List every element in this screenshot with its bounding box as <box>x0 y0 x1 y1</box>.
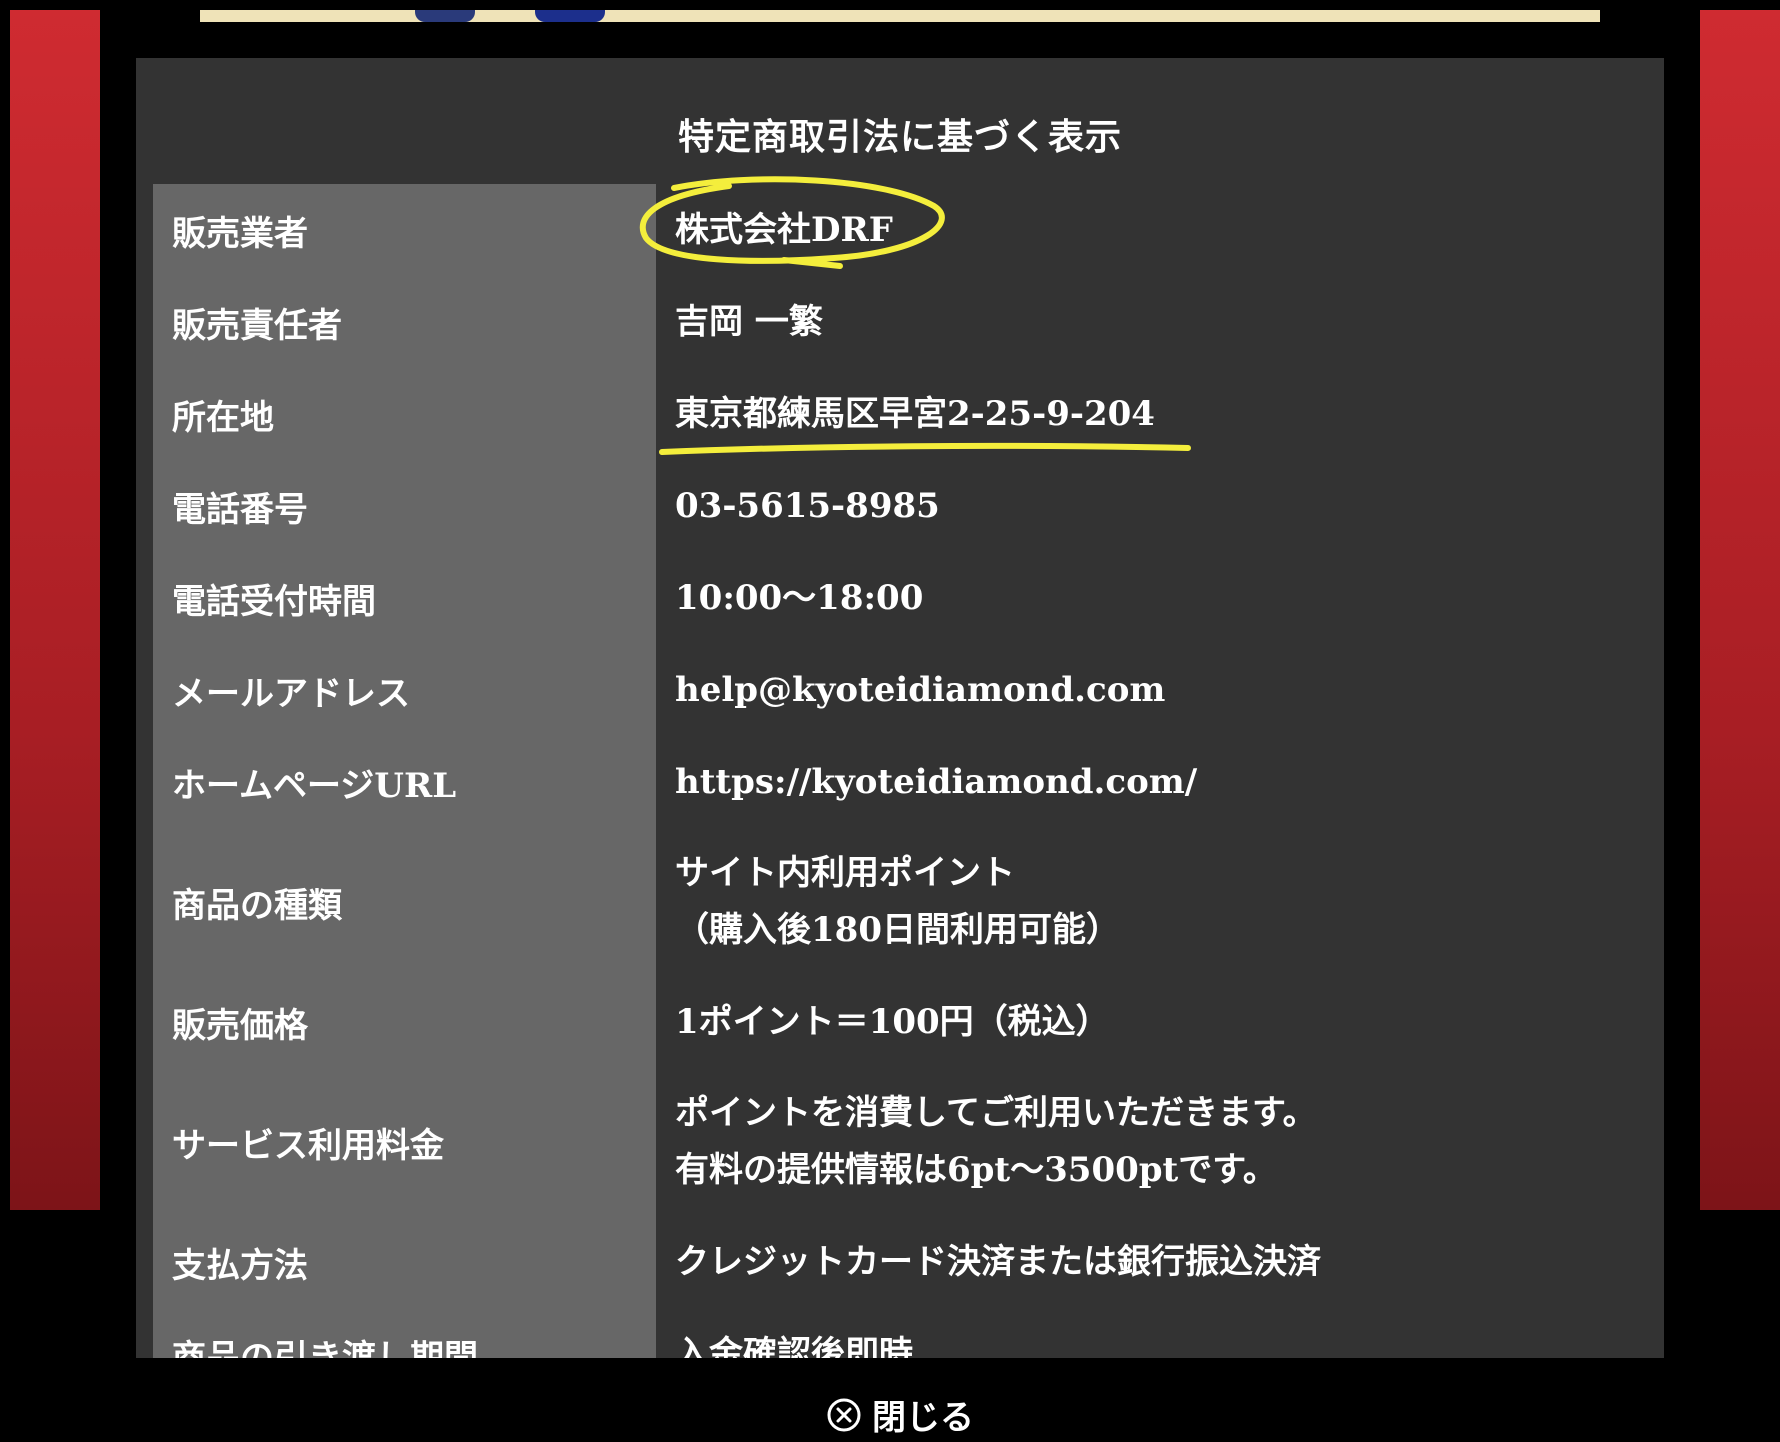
value-line: 03-5615-8985 <box>675 485 940 526</box>
modal-title: 特定商取引法に基づく表示 <box>677 116 1122 158</box>
table-row: サービス利用料金 ポイントを消費してご利用いただきます。 有料の提供情報は6pt… <box>153 1068 1648 1216</box>
modal-panel: 特定商取引法に基づく表示 販売業者 株式会社DRF 販売責任者 吉岡 一繁 所在… <box>136 58 1664 1358</box>
row-value: クレジットカード決済または銀行振込決済 <box>656 1216 1648 1308</box>
value-line: https://kyoteidiamond.com/ <box>675 761 1198 802</box>
background-red-right <box>1700 10 1780 1210</box>
row-label: 販売価格 <box>153 976 656 1068</box>
value-line: 吉岡 一繁 <box>675 301 823 342</box>
row-value: 1ポイント＝100円（税込） <box>656 976 1648 1068</box>
row-label: 電話受付時間 <box>153 552 656 644</box>
table-row: 販売業者 株式会社DRF <box>153 176 1648 276</box>
row-label: サービス利用料金 <box>153 1068 656 1216</box>
row-value: https://kyoteidiamond.com/ <box>656 736 1648 828</box>
table-row: メールアドレス help@kyoteidiamond.com <box>153 644 1648 736</box>
row-label: 所在地 <box>153 368 656 460</box>
value-line: クレジットカード決済または銀行振込決済 <box>675 1241 1321 1282</box>
row-value: 03-5615-8985 <box>656 460 1648 552</box>
table-row: 商品の引き渡し期間 入金確認後即時 <box>153 1308 1648 1358</box>
value-line: 東京都練馬区早宮2-25-9-204 <box>675 393 1155 434</box>
value-line: （購入後180日間利用可能） <box>675 910 1120 950</box>
row-label: メールアドレス <box>153 644 656 736</box>
value-line: 10:00〜18:00 <box>675 577 924 618</box>
row-value: 入金確認後即時 <box>656 1308 1648 1359</box>
row-value: 東京都練馬区早宮2-25-9-204 <box>656 368 1648 460</box>
value-line: 入金確認後即時 <box>675 1333 913 1359</box>
close-button[interactable]: 閉じる <box>100 1390 1700 1442</box>
row-value: help@kyoteidiamond.com <box>656 644 1648 736</box>
row-label: 支払方法 <box>153 1216 656 1308</box>
legal-info-table: 販売業者 株式会社DRF 販売責任者 吉岡 一繁 所在地 東京都練馬区早宮2-2… <box>153 176 1648 1358</box>
legal-notice-modal: 特定商取引法に基づく表示 販売業者 株式会社DRF 販売責任者 吉岡 一繁 所在… <box>100 22 1700 1442</box>
close-label: 閉じる <box>872 1398 974 1438</box>
value-line: help@kyoteidiamond.com <box>675 669 1166 710</box>
value-line: 株式会社DRF <box>675 209 893 250</box>
row-label: 商品の引き渡し期間 <box>153 1308 656 1358</box>
background-banner-strip <box>200 10 1600 22</box>
table-row: 商品の種類 サイト内利用ポイント （購入後180日間利用可能） <box>153 828 1648 976</box>
value-line: 有料の提供情報は6pt〜3500ptです。 <box>675 1150 1277 1190</box>
value-line: 1ポイント＝100円（税込） <box>675 1001 1110 1042</box>
background-red-left <box>10 10 100 1210</box>
table-row: 支払方法 クレジットカード決済または銀行振込決済 <box>153 1216 1648 1308</box>
row-label: 商品の種類 <box>153 828 656 976</box>
table-row: 電話番号 03-5615-8985 <box>153 460 1648 552</box>
value-line: サイト内利用ポイント <box>675 853 1015 893</box>
table-row: 販売責任者 吉岡 一繁 <box>153 276 1648 368</box>
row-label: ホームページURL <box>153 736 656 828</box>
row-label: 販売責任者 <box>153 276 656 368</box>
close-circle-icon <box>827 1398 861 1431</box>
row-value: ポイントを消費してご利用いただきます。 有料の提供情報は6pt〜3500ptです… <box>656 1068 1648 1216</box>
table-row: 電話受付時間 10:00〜18:00 <box>153 552 1648 644</box>
row-value: サイト内利用ポイント （購入後180日間利用可能） <box>656 828 1648 976</box>
row-label: 電話番号 <box>153 460 656 552</box>
row-value: 吉岡 一繁 <box>656 276 1648 368</box>
row-value: 10:00〜18:00 <box>656 552 1648 644</box>
table-row: ホームページURL https://kyoteidiamond.com/ <box>153 736 1648 828</box>
table-row: 販売価格 1ポイント＝100円（税込） <box>153 976 1648 1068</box>
row-label: 販売業者 <box>153 184 656 276</box>
value-line: ポイントを消費してご利用いただきます。 <box>675 1093 1317 1133</box>
row-value: 株式会社DRF <box>639 176 1648 276</box>
table-row: 所在地 東京都練馬区早宮2-25-9-204 <box>153 368 1648 460</box>
